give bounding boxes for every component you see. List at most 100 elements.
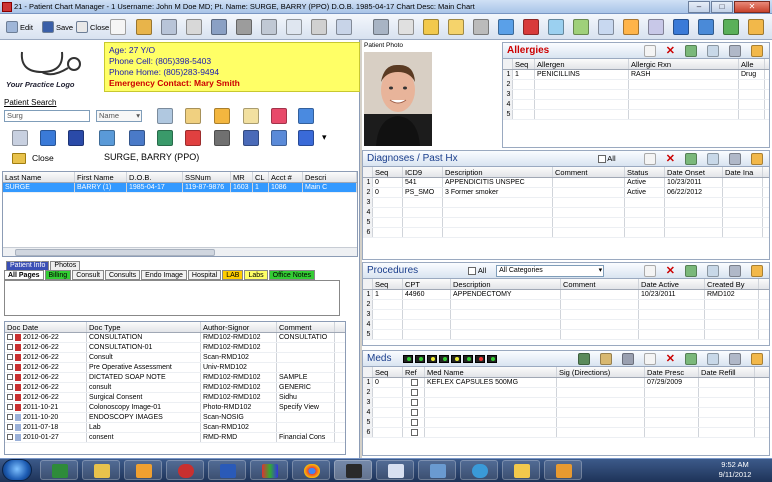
tab-labs[interactable]: Labs — [244, 270, 268, 280]
refresh-icon[interactable] — [685, 352, 697, 365]
col-date-inactive[interactable]: Date Ina — [723, 167, 763, 177]
col-acct[interactable]: Acct # — [269, 172, 303, 182]
document-checkbox[interactable] — [7, 394, 13, 401]
diagnosis-row[interactable]: 2 0 PS_SMO 3 Former smoker Active 06/22/2012 — [363, 188, 769, 198]
taskbar-word[interactable] — [208, 460, 246, 480]
tab-photos[interactable]: Photos — [50, 261, 81, 270]
procedure-row[interactable]: 2 — [363, 300, 769, 310]
med-row[interactable]: 4 — [363, 408, 769, 418]
document-row[interactable]: 2012-06-22 DICTATED SOAP NOTE RMD102-RMD10… — [5, 373, 345, 383]
scan-icon[interactable] — [186, 19, 202, 35]
diagnoses-all-toggle[interactable]: All — [597, 154, 616, 163]
delete-icon[interactable]: ✕ — [666, 44, 675, 57]
chart-icon[interactable] — [623, 19, 639, 35]
start-button[interactable] — [2, 459, 32, 481]
help-icon[interactable] — [751, 44, 763, 57]
med-row[interactable]: 3 — [363, 398, 769, 408]
history-icon[interactable] — [707, 264, 719, 277]
search-folder-icon[interactable] — [185, 108, 201, 124]
taskbar-excel[interactable] — [40, 460, 78, 480]
book-icon[interactable] — [523, 19, 539, 35]
tab-billing[interactable]: Billing — [44, 270, 72, 280]
calendar-grid-icon[interactable] — [129, 130, 145, 146]
clipboard-icon[interactable] — [311, 19, 327, 35]
allergy-row[interactable]: 1 1 PENICILLINS RASH Drug — [503, 70, 769, 80]
taskbar-app-dark[interactable] — [502, 460, 540, 480]
delete-icon[interactable]: ✕ — [666, 264, 675, 277]
book-red-icon[interactable] — [271, 108, 287, 124]
tab-consult[interactable]: Consult — [72, 270, 104, 280]
refill-checkbox[interactable] — [411, 408, 418, 416]
taskbar-network[interactable] — [418, 460, 456, 480]
document-row[interactable]: 2011-07-18 Lab Scan-RMD102 — [5, 423, 345, 433]
col-icd9[interactable]: ICD9 — [403, 167, 443, 177]
folder-lock-icon[interactable] — [423, 19, 439, 35]
procedure-row[interactable]: 5 — [363, 330, 769, 340]
browser-icon[interactable] — [673, 19, 689, 35]
scroll-thumb[interactable] — [15, 249, 215, 256]
copy-icon[interactable] — [261, 19, 277, 35]
xray-icon[interactable] — [214, 130, 230, 146]
document-checkbox[interactable] — [7, 424, 13, 431]
document-row[interactable]: 2012-06-22 Surgical Consent RMD102-RMD102 S… — [5, 393, 345, 403]
col-dob[interactable]: D.O.B. — [127, 172, 183, 182]
document-row[interactable]: 2012-06-22 CONSULTATION-01 RMD102-RMD102 — [5, 343, 345, 353]
close-window-button[interactable]: ✕ — [734, 1, 770, 13]
document-checkbox[interactable] — [7, 374, 13, 381]
col-allergy-type[interactable]: Alle — [739, 59, 765, 69]
chart-export-icon[interactable] — [243, 130, 259, 146]
procedure-row[interactable]: 4 — [363, 320, 769, 330]
print-icon[interactable] — [729, 152, 741, 165]
document-row[interactable]: 2012-06-22 CONSULTATION RMD102-RMD102 CONSU… — [5, 333, 345, 343]
search-users-icon[interactable] — [157, 108, 173, 124]
new-icon[interactable] — [643, 152, 656, 165]
history-icon[interactable] — [707, 352, 719, 365]
taskbar-app-orange[interactable] — [544, 460, 582, 480]
document-checkbox[interactable] — [7, 414, 13, 421]
refresh-icon[interactable] — [685, 152, 697, 165]
transfer-icon[interactable] — [336, 19, 352, 35]
col-comment[interactable]: Comment — [561, 279, 639, 289]
help-icon[interactable] — [751, 152, 763, 165]
col-cl[interactable]: CL — [253, 172, 269, 182]
window-icon[interactable] — [298, 108, 314, 124]
col-mr[interactable]: MR — [231, 172, 253, 182]
col-seq[interactable]: Seq — [373, 167, 403, 177]
allergy-row[interactable]: 4 — [503, 100, 769, 110]
help-icon[interactable] — [751, 264, 763, 277]
med-row[interactable]: 6 — [363, 428, 769, 438]
attach-icon[interactable] — [161, 19, 177, 35]
taskbar-chart-manager[interactable] — [334, 460, 372, 480]
col-seq[interactable]: Seq — [373, 279, 403, 289]
pencil-icon[interactable] — [573, 19, 589, 35]
diagnosis-row[interactable]: 5 — [363, 218, 769, 228]
edit-button[interactable]: Edit — [6, 20, 33, 34]
document-checkbox[interactable] — [7, 404, 13, 411]
delete-icon[interactable]: ✕ — [666, 352, 675, 365]
new-icon[interactable] — [643, 44, 656, 57]
help-icon[interactable] — [748, 19, 764, 35]
document-checkbox[interactable] — [7, 384, 13, 391]
med-row[interactable]: 1 0 KEFLEX CAPSULES 500MG 07/29/2009 — [363, 378, 769, 388]
tab-endo-image[interactable]: Endo Image — [141, 270, 187, 280]
col-allergic-rxn[interactable]: Allergic Rxn — [629, 59, 739, 69]
col-ref[interactable]: Ref — [403, 367, 425, 377]
pharmacy-icon[interactable] — [577, 352, 590, 365]
email-icon[interactable] — [498, 19, 514, 35]
heart-icon[interactable] — [185, 130, 201, 146]
taskbar-notes[interactable] — [376, 460, 414, 480]
refill-checkbox[interactable] — [411, 388, 418, 396]
col-doc-date[interactable]: Doc Date — [5, 322, 87, 332]
tab-all-pages[interactable]: All Pages — [4, 270, 44, 280]
refill-checkbox[interactable] — [411, 418, 418, 426]
col-ssn[interactable]: SSNum — [183, 172, 231, 182]
patient-row[interactable]: SURGE BARRY (1) 1985-04-17 119-87-9876 1… — [3, 183, 357, 193]
col-description[interactable]: Descri — [303, 172, 357, 182]
refill-checkbox[interactable] — [411, 428, 418, 436]
graph-icon[interactable] — [698, 19, 714, 35]
print-icon[interactable] — [729, 264, 741, 277]
tab-patient-info[interactable]: Patient Info — [6, 261, 50, 270]
new-icon[interactable] — [643, 352, 656, 365]
all-checkbox[interactable] — [597, 155, 606, 163]
document-checkbox[interactable] — [7, 344, 13, 351]
